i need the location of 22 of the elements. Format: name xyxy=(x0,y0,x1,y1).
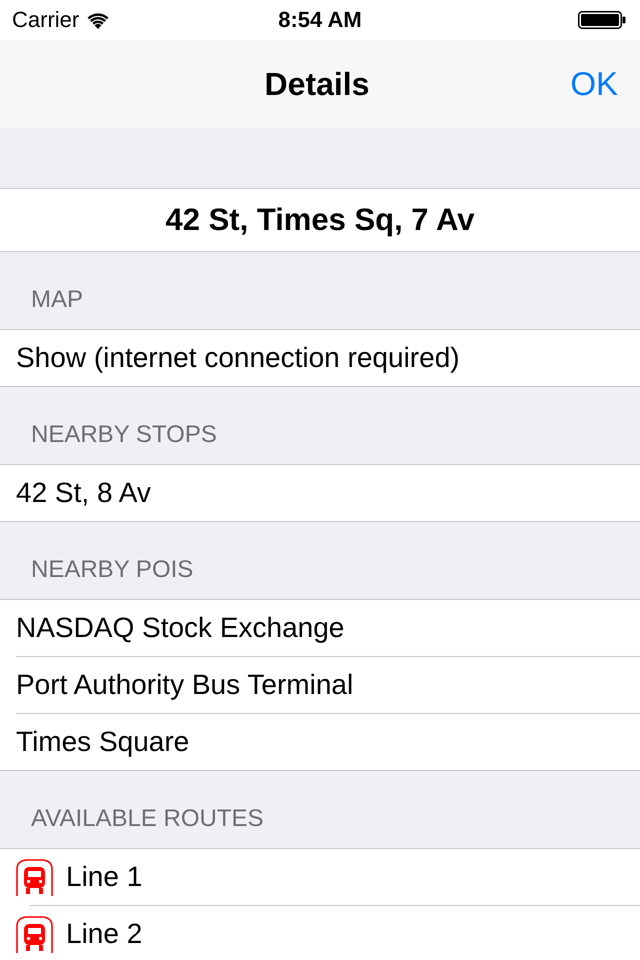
wifi-icon xyxy=(87,12,110,28)
section-header: NEARBY STOPS xyxy=(30,420,218,450)
ok-button[interactable]: OK xyxy=(570,65,618,103)
route-row[interactable]: Line 2 xyxy=(0,906,640,960)
train-icon xyxy=(16,916,53,952)
list-row[interactable]: Port Authority Bus Terminal xyxy=(0,657,640,713)
stop-title: 42 St, Times Sq, 7 Av xyxy=(164,201,476,239)
list-row[interactable]: Times Square xyxy=(0,714,640,770)
section-header: MAP xyxy=(30,285,84,315)
battery-icon xyxy=(578,11,626,29)
list-row[interactable]: NASDAQ Stock Exchange xyxy=(0,600,640,656)
route-label: Line 2 xyxy=(66,918,142,950)
status-time: 8:54 AM xyxy=(278,7,362,33)
route-label: Line 1 xyxy=(66,860,142,894)
section-header: AVAILABLE ROUTES xyxy=(30,804,265,834)
section-header: NEARBY POIS xyxy=(30,555,194,585)
carrier-label: Carrier xyxy=(12,7,80,33)
route-row[interactable]: Line 1 xyxy=(0,849,640,905)
list-row[interactable]: 42 St, 8 Av xyxy=(0,465,640,521)
list-row[interactable]: Show (internet connection required) xyxy=(0,330,640,386)
train-icon xyxy=(16,858,53,896)
nav-title: Details xyxy=(264,66,370,102)
